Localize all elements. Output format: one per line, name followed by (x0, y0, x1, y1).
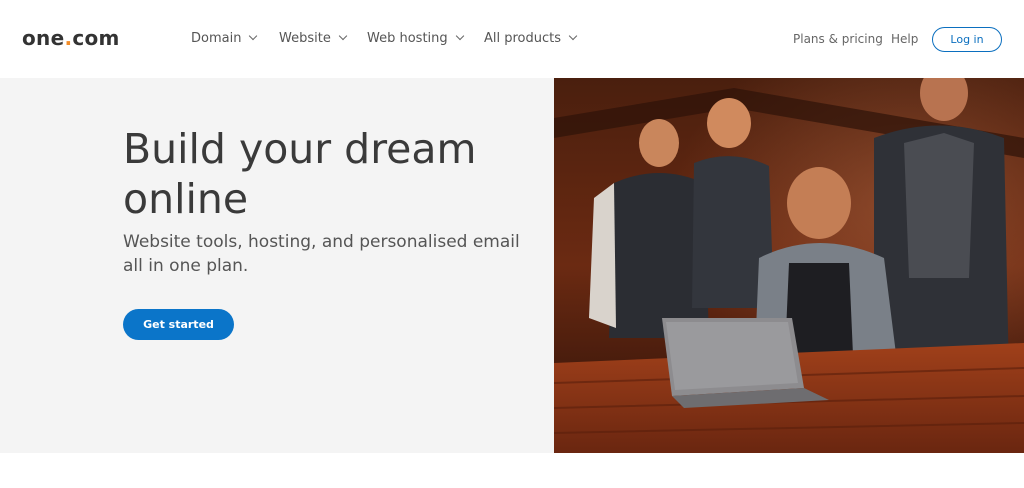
chevron-down-icon (568, 31, 578, 41)
hero-title: Build your dream online (123, 125, 477, 223)
chevron-down-icon (455, 31, 464, 41)
nav-domain-label: Domain (191, 31, 242, 46)
hero-text-panel: Build your dream online Website tools, h… (0, 78, 554, 453)
nav-website-label: Website (279, 31, 331, 46)
nav-all-products-label: All products (484, 31, 562, 46)
hero-photo (554, 78, 1024, 453)
get-started-button[interactable]: Get started (123, 309, 234, 340)
hero-section: Build your dream online Website tools, h… (0, 78, 1024, 453)
login-button[interactable]: Log in (932, 27, 1002, 52)
help-link[interactable]: Help (891, 32, 918, 46)
nav-website[interactable]: Website (279, 31, 348, 46)
plans-pricing-link[interactable]: Plans & pricing (793, 32, 883, 46)
logo-tld: com (72, 26, 120, 50)
chevron-down-icon (249, 31, 258, 41)
hero-subtitle: Website tools, hosting, and personalised… (123, 232, 520, 276)
site-header: one.com Domain Website Web hosting All p… (0, 0, 1024, 78)
people-laptop-photo-icon (554, 78, 1024, 453)
nav-web-hosting-label: Web hosting (367, 31, 448, 46)
nav-web-hosting[interactable]: Web hosting (367, 31, 464, 46)
logo[interactable]: one.com (22, 26, 120, 50)
logo-main: one (22, 26, 65, 50)
nav-all-products[interactable]: All products (484, 31, 578, 46)
nav-domain[interactable]: Domain (191, 31, 258, 46)
chevron-down-icon (338, 31, 348, 41)
